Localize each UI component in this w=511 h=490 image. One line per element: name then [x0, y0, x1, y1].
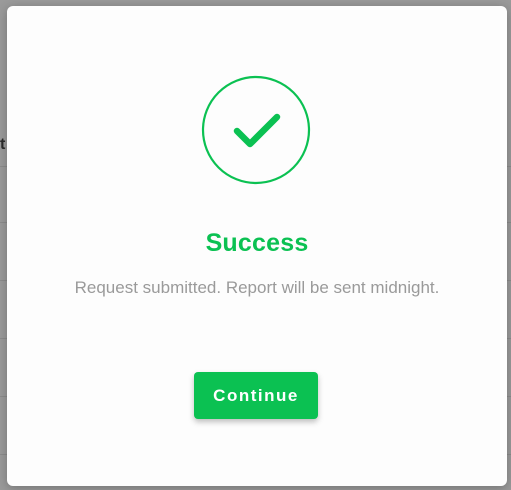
table-header-fragment: t: [0, 136, 6, 153]
success-dialog: Success Request submitted. Report will b…: [7, 6, 507, 486]
dialog-message: Request submitted. Report will be sent m…: [74, 278, 440, 297]
continue-button[interactable]: Continue: [194, 372, 318, 419]
dialog-title: Success: [205, 229, 309, 257]
check-circle-icon: [201, 75, 311, 185]
